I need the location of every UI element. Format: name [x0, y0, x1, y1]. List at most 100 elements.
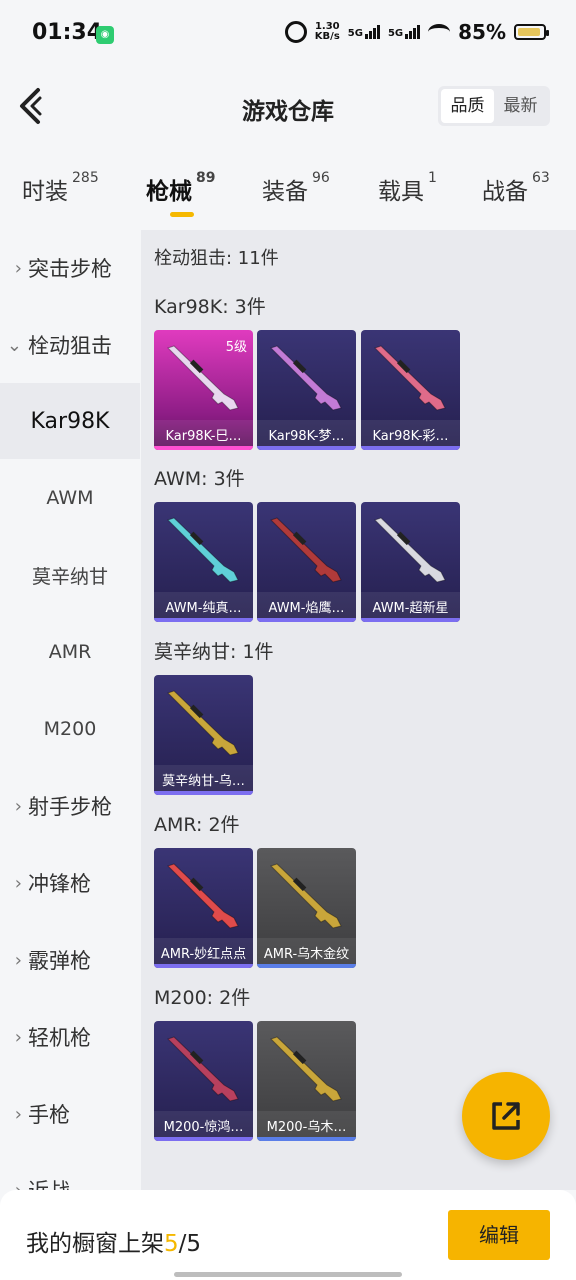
- weapon-name: AMR-妙红点点: [160, 947, 247, 962]
- sidebar-item-label: Kar98K: [30, 408, 110, 434]
- sidebar-item-amr[interactable]: AMR: [0, 614, 140, 690]
- rifle-icon: [167, 690, 239, 756]
- rarity-bar: [361, 446, 460, 450]
- chevron-right-icon: ›: [14, 872, 22, 894]
- network-speed-unit: KB/s: [314, 31, 340, 42]
- tab-supplies[interactable]: 战备63: [482, 170, 550, 206]
- weapon-name: Kar98K-巳…: [165, 429, 242, 444]
- weapon-grid: 栓动狙击: 11件 Kar98K: 3件 5级 Kar98K-巳… Kar98K-梦……: [141, 230, 576, 1190]
- tab-fashion[interactable]: 时装285: [22, 170, 99, 206]
- sidebar-item-m200[interactable]: M200: [0, 691, 140, 767]
- share-button[interactable]: [462, 1072, 550, 1160]
- chevron-right-icon: ›: [14, 1026, 22, 1048]
- status-time: 01:34: [32, 20, 103, 45]
- group-title: Kar98K: 3件: [154, 296, 266, 318]
- weapon-name: 莫辛纳甘-乌…: [162, 774, 245, 789]
- sidebar-item-pistol[interactable]: › 手枪: [0, 1076, 140, 1152]
- weapon-card[interactable]: 5级 Kar98K-巳…: [154, 330, 253, 450]
- sort-switch: 品质 最新: [438, 86, 550, 126]
- rifle-icon: [167, 1036, 239, 1102]
- sidebar-item-label: 射手步枪: [28, 795, 112, 819]
- chevron-right-icon: ›: [14, 795, 22, 817]
- weapon-name: M200-乌木…: [266, 1120, 347, 1135]
- rarity-bar: [257, 1137, 356, 1141]
- tab-vehicles[interactable]: 载具1: [378, 170, 437, 206]
- weapon-card[interactable]: AWM-超新星: [361, 502, 460, 622]
- weapon-card[interactable]: M200-乌木…: [257, 1021, 356, 1141]
- group-title: 莫辛纳甘: 1件: [154, 641, 274, 663]
- tab-label: 战备: [482, 179, 528, 205]
- sidebar-item-label: M200: [43, 718, 97, 740]
- showcase-status: 我的橱窗上架5/5: [26, 1224, 201, 1258]
- sort-option-latest[interactable]: 最新: [494, 89, 547, 123]
- sidebar-item-assault-rifle[interactable]: › 突击步枪: [0, 230, 140, 306]
- chevron-right-icon: ›: [14, 949, 22, 971]
- rarity-bar: [257, 964, 356, 968]
- tab-firearms[interactable]: 枪械89: [146, 170, 216, 206]
- category-tabs: 时装285 枪械89 装备96 载具1 战备63: [0, 160, 576, 226]
- rifle-icon: [270, 517, 342, 583]
- chevron-right-icon: ›: [14, 1103, 22, 1125]
- tab-count: 89: [196, 170, 216, 186]
- sidebar-item-lmg[interactable]: › 轻机枪: [0, 999, 140, 1075]
- weapon-name: AWM-焰鹰…: [268, 601, 345, 616]
- sidebar-item-awm[interactable]: AWM: [0, 460, 140, 536]
- rarity-bar: [154, 964, 253, 968]
- weapon-card[interactable]: AMR-乌木金纹: [257, 848, 356, 968]
- weapon-name: Kar98K-梦…: [268, 429, 345, 444]
- share-icon: [492, 1102, 520, 1130]
- sidebar-item-label: 轻机枪: [28, 1026, 91, 1050]
- status-icons: 1.30 KB/s 5G 5G 85%: [284, 20, 549, 44]
- rarity-bar: [257, 618, 356, 622]
- sidebar-item-smg[interactable]: › 冲锋枪: [0, 845, 140, 921]
- weapon-card[interactable]: 莫辛纳甘-乌…: [154, 675, 253, 795]
- signal-icon: 5G: [348, 25, 380, 39]
- tab-count: 96: [312, 170, 330, 186]
- weapon-category-sidebar: › 突击步枪 ⌄ 栓动狙击 Kar98K AWM 莫辛纳甘 AMR M200 › 射手…: [0, 230, 140, 1190]
- showcase-current: 5: [164, 1231, 179, 1257]
- weapon-card[interactable]: AWM-焰鹰…: [257, 502, 356, 622]
- wifi-icon: [428, 24, 451, 40]
- network-speed: 1.30 KB/s: [315, 22, 340, 42]
- weapon-card[interactable]: Kar98K-彩…: [361, 330, 460, 450]
- active-tab-indicator: [170, 212, 194, 217]
- showcase-total: /5: [178, 1231, 202, 1257]
- weapon-card[interactable]: AWM-纯真…: [154, 502, 253, 622]
- weapon-name: AWM-超新星: [372, 601, 449, 616]
- signal-icon-2: 5G: [387, 25, 421, 39]
- signal-label-1: 5G: [347, 28, 363, 39]
- sort-option-quality[interactable]: 品质: [441, 89, 494, 123]
- group-title: AWM: 3件: [154, 468, 245, 490]
- weapon-name: AWM-纯真…: [165, 601, 242, 616]
- sidebar-item-bolt-sniper[interactable]: ⌄ 栓动狙击: [0, 307, 140, 383]
- tab-count: 285: [72, 170, 99, 186]
- group-title: AMR: 2件: [154, 814, 240, 836]
- rarity-bar: [154, 1137, 253, 1141]
- weapon-card[interactable]: M200-惊鸿…: [154, 1021, 253, 1141]
- sidebar-item-label: 莫辛纳甘: [31, 565, 108, 588]
- sidebar-item-kar98k[interactable]: Kar98K: [0, 383, 140, 459]
- chevron-down-icon: ⌄: [6, 334, 22, 356]
- sidebar-item-label: 突击步枪: [28, 257, 112, 281]
- app-notification-icon: ◉: [96, 26, 114, 44]
- tab-label: 枪械: [146, 179, 192, 205]
- edit-button[interactable]: 编辑: [448, 1210, 550, 1260]
- weapon-card[interactable]: Kar98K-梦…: [257, 330, 356, 450]
- tab-count: 63: [532, 170, 550, 186]
- sidebar-item-shotgun[interactable]: › 霰弹枪: [0, 922, 140, 998]
- rarity-bar: [154, 446, 253, 450]
- rifle-icon: [167, 517, 239, 583]
- header: 游戏仓库 品质 最新: [0, 66, 576, 150]
- group-title: M200: 2件: [154, 987, 251, 1009]
- rifle-icon: [374, 517, 446, 583]
- rarity-bar: [257, 446, 356, 450]
- rifle-icon: [270, 863, 342, 929]
- sidebar-item-mosin[interactable]: 莫辛纳甘: [0, 537, 140, 613]
- level-badge: 5级: [225, 340, 247, 355]
- tab-label: 时装: [22, 179, 68, 205]
- sidebar-item-melee[interactable]: › 近战: [0, 1152, 140, 1190]
- weapon-card[interactable]: AMR-妙红点点: [154, 848, 253, 968]
- sidebar-item-marksman-rifle[interactable]: › 射手步枪: [0, 768, 140, 844]
- signal-label-2: 5G: [387, 28, 404, 39]
- tab-equipment[interactable]: 装备96: [262, 170, 330, 206]
